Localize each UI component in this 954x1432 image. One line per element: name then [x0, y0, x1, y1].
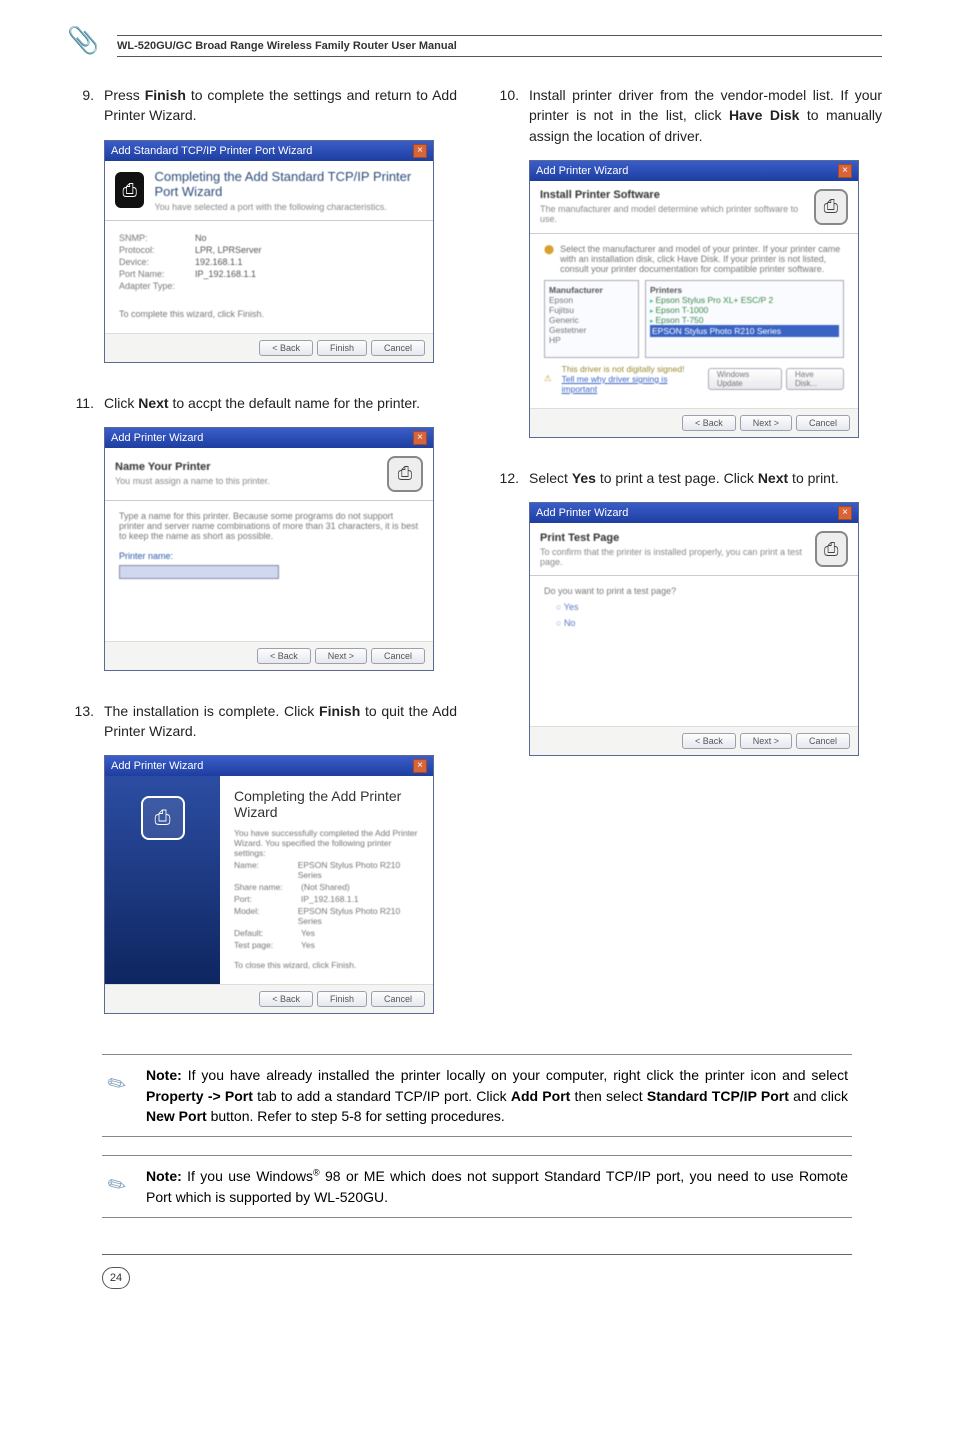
- cancel-button: Cancel: [371, 991, 425, 1007]
- note-text: Note: If you have already installed the …: [146, 1065, 848, 1126]
- printer-icon: ⎙: [141, 796, 185, 840]
- step-text: The installation is complete. Click Fini…: [104, 701, 457, 742]
- dialog-title: Add Printer Wizard: [111, 760, 203, 772]
- dialog-title: Add Printer Wizard: [111, 432, 203, 444]
- dialog-heading: Completing the Add Printer Wizard: [234, 788, 419, 820]
- step-13: 13. The installation is complete. Click …: [72, 701, 457, 742]
- next-button: Next >: [740, 415, 792, 431]
- dialog-heading: Name Your Printer: [115, 461, 270, 473]
- wizard-screenshot-13: Add Printer Wizard × ⎙ Completing the Ad…: [104, 755, 434, 1014]
- printer-icon: ⎙: [814, 189, 848, 225]
- dialog-heading: Completing the Add Standard TCP/IP Print…: [154, 169, 423, 199]
- dialog-subtext: To confirm that the printer is installed…: [540, 547, 805, 567]
- dialog-subtext: You have selected a port with the follow…: [154, 202, 423, 212]
- manual-title: WL-520GU/GC Broad Range Wireless Family …: [117, 35, 882, 57]
- wizard-screenshot-9: Add Standard TCP/IP Printer Port Wizard …: [104, 140, 434, 363]
- dialog-heading: Print Test Page: [540, 532, 805, 544]
- close-icon: ×: [838, 506, 852, 520]
- step-number: 11.: [72, 393, 94, 413]
- wizard-logo-icon: ⎙: [115, 172, 144, 208]
- note-1: ✎ Note: If you have already installed th…: [102, 1054, 852, 1137]
- next-button: Next >: [315, 648, 367, 664]
- step-number: 12.: [497, 468, 519, 488]
- step-10: 10. Install printer driver from the vend…: [497, 85, 882, 146]
- cancel-button: Cancel: [371, 340, 425, 356]
- step-text: Press Finish to complete the settings an…: [104, 85, 457, 126]
- finish-button: Finish: [317, 991, 367, 1007]
- printer-icon: ⎙: [387, 456, 423, 492]
- dialog-title: Add Printer Wizard: [536, 507, 628, 519]
- step-number: 9.: [72, 85, 94, 126]
- cancel-button: Cancel: [796, 733, 850, 749]
- footer-rule: [102, 1254, 852, 1255]
- printers-list: Printers Epson Stylus Pro XL+ ESC/P 2 Ep…: [645, 280, 844, 358]
- wizard-screenshot-12: Add Printer Wizard × Print Test Page To …: [529, 502, 859, 756]
- note-2: ✎ Note: If you use Windows® 98 or ME whi…: [102, 1155, 852, 1218]
- printer-name-input: [119, 565, 279, 579]
- wizard-screenshot-10: Add Printer Wizard × Install Printer Sof…: [529, 160, 859, 438]
- back-button: < Back: [259, 340, 313, 356]
- option-yes: Yes: [556, 602, 844, 612]
- step-text: Select Yes to print a test page. Click N…: [529, 468, 882, 488]
- pencil-icon: ✎: [101, 1063, 137, 1099]
- step-text: Click Next to accpt the default name for…: [104, 393, 457, 413]
- close-icon: ×: [413, 144, 427, 158]
- pencil-icon: ✎: [101, 1164, 137, 1200]
- close-icon: ×: [413, 431, 427, 445]
- step-text: Install printer driver from the vendor-m…: [529, 85, 882, 146]
- step-number: 13.: [72, 701, 94, 742]
- back-button: < Back: [682, 415, 736, 431]
- wizard-screenshot-11: Add Printer Wizard × Name Your Printer Y…: [104, 427, 434, 671]
- windows-update-button: Windows Update: [708, 368, 782, 390]
- have-disk-button: Have Disk...: [786, 368, 844, 390]
- step-9: 9. Press Finish to complete the settings…: [72, 85, 457, 126]
- finish-button: Finish: [317, 340, 367, 356]
- printer-icon: ⎙: [815, 531, 849, 567]
- dialog-title: Add Printer Wizard: [536, 165, 628, 177]
- back-button: < Back: [682, 733, 736, 749]
- step-number: 10.: [497, 85, 519, 146]
- back-button: < Back: [259, 991, 313, 1007]
- note-text: Note: If you use Windows® 98 or ME which…: [146, 1166, 848, 1207]
- next-button: Next >: [740, 733, 792, 749]
- close-icon: ×: [838, 164, 852, 178]
- dialog-title: Add Standard TCP/IP Printer Port Wizard: [111, 145, 312, 157]
- dialog-subtext: The manufacturer and model determine whi…: [540, 204, 804, 224]
- dialog-subtext: You must assign a name to this printer.: [115, 476, 270, 486]
- paperclip-icon: 📎: [67, 30, 109, 56]
- page-number: 24: [102, 1267, 130, 1289]
- option-no: No: [556, 618, 844, 628]
- manufacturer-list: Manufacturer Epson Fujitsu Generic Geste…: [544, 280, 639, 358]
- back-button: < Back: [257, 648, 311, 664]
- cancel-button: Cancel: [796, 415, 850, 431]
- step-12: 12. Select Yes to print a test page. Cli…: [497, 468, 882, 488]
- cancel-button: Cancel: [371, 648, 425, 664]
- dialog-heading: Install Printer Software: [540, 189, 804, 201]
- close-icon: ×: [413, 759, 427, 773]
- step-11: 11. Click Next to accpt the default name…: [72, 393, 457, 413]
